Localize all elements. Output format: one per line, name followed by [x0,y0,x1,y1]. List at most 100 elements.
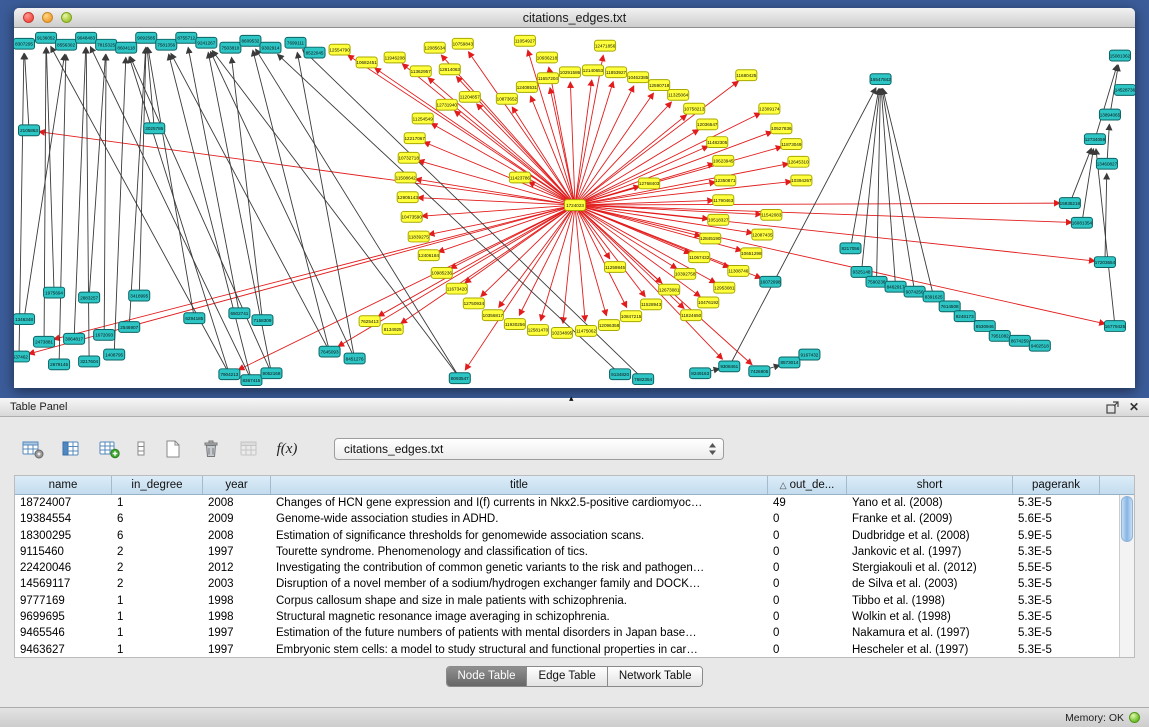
table-cell[interactable]: 0 [768,560,847,576]
table-cell[interactable]: Disruption of a novel member of a sodium… [271,576,768,592]
import-table-icon[interactable] [20,436,46,462]
table-cell[interactable]: 5.3E-5 [1013,544,1100,560]
table-row[interactable]: 2242004622012Investigating the contribut… [15,560,1119,576]
table-cell[interactable]: 1998 [203,593,271,609]
table-cell[interactable]: 1 [112,593,203,609]
table-cell[interactable]: 5.3E-5 [1013,625,1100,641]
network-edge[interactable] [575,82,613,205]
table-cell[interactable]: 0 [768,609,847,625]
network-edge[interactable] [575,80,592,205]
table-cell[interactable]: 2008 [203,495,271,511]
table-cell[interactable]: 2009 [203,511,271,527]
table-cell[interactable]: 22420046 [15,560,112,576]
table-cell[interactable]: 6 [112,511,203,527]
table-cell[interactable]: 1998 [203,609,271,625]
scrollbar-thumb[interactable] [1121,496,1133,542]
table-cell[interactable]: 5.3E-5 [1013,609,1100,625]
table-cell[interactable]: Investigating the contribution of common… [271,560,768,576]
table-row[interactable]: 946554611997Estimation of the future num… [15,625,1119,641]
table-cell[interactable]: 9465546 [15,625,112,641]
network-edge[interactable] [114,58,126,355]
table-cell[interactable]: 0 [768,576,847,592]
network-edge[interactable] [1095,65,1117,139]
table-cell[interactable]: 2008 [203,528,271,544]
table-cell[interactable]: 5.3E-5 [1013,495,1100,511]
network-edge[interactable] [402,64,575,205]
table-row[interactable]: 969969511998Structural magnetic resonanc… [15,609,1119,625]
table-cell[interactable]: Jankovic et al. (1997) [847,544,1013,560]
table-cell[interactable]: Franke et al. (2009) [847,511,1013,527]
network-edge[interactable] [575,164,789,205]
table-cell[interactable]: 9115460 [15,544,112,560]
table-cell[interactable]: 5.3E-5 [1013,576,1100,592]
network-edge[interactable] [883,89,934,297]
network-edge[interactable] [129,48,145,327]
minimize-window-button[interactable] [42,12,53,23]
vertical-scrollbar[interactable] [1119,495,1134,657]
column-header-in_degree[interactable]: in_degree [112,476,203,494]
table-cell[interactable]: Dudbridge et al. (2008) [847,528,1013,544]
table-cell[interactable]: 1997 [203,625,271,641]
table-cell[interactable]: 9699695 [15,609,112,625]
table-cell[interactable]: 18300295 [15,528,112,544]
close-panel-icon[interactable]: ✕ [1129,401,1139,413]
table-cell[interactable]: Estimation of the future numbers of pati… [271,625,768,641]
network-edge[interactable] [148,48,194,319]
network-edge[interactable] [481,205,575,296]
network-edge[interactable] [297,52,354,358]
network-edge[interactable] [1107,124,1109,163]
new-table-icon[interactable] [160,436,186,462]
network-edge[interactable] [850,89,878,248]
table-cell[interactable]: 5.5E-5 [1013,560,1100,576]
table-cell[interactable]: 49 [768,495,847,511]
column-header-name[interactable]: name [15,476,112,494]
table-cell[interactable]: 1997 [203,544,271,560]
column-header-short[interactable]: short [847,476,1013,494]
network-edge[interactable] [575,203,1060,205]
table-row[interactable]: 1456911722003Disruption of a novel membe… [15,576,1119,592]
table-cell[interactable]: Stergiakouli et al. (2012) [847,560,1013,576]
function-builder-button[interactable]: f(x) [274,436,300,462]
network-window-titlebar[interactable]: citations_edges.txt [14,8,1135,28]
network-edge[interactable] [19,54,24,357]
network-edge[interactable] [188,48,239,314]
column-header-pagerank[interactable]: pagerank [1013,476,1100,494]
column-header-title[interactable]: title [271,476,768,494]
network-edge[interactable] [424,142,575,205]
network-edge[interactable] [25,54,29,131]
close-window-button[interactable] [23,12,34,23]
tab-edge-table[interactable]: Edge Table [527,667,607,686]
network-edge[interactable] [499,205,575,307]
table-cell[interactable]: 6 [112,528,203,544]
table-cell[interactable]: 2 [112,576,203,592]
network-edge[interactable] [59,55,66,365]
network-edge[interactable] [882,89,915,292]
table-cell[interactable]: 19384554 [15,511,112,527]
network-edge[interactable] [169,54,252,380]
network-edge[interactable] [253,50,330,351]
network-edge[interactable] [881,89,895,287]
network-edge[interactable] [465,205,575,370]
table-cell[interactable]: 5.3E-5 [1013,642,1100,657]
table-cell[interactable]: de Silva et al. (2003) [847,576,1013,592]
network-edge[interactable] [1082,149,1094,223]
table-cell[interactable]: Wolkin et al. (1998) [847,609,1013,625]
table-row[interactable]: 946362711997Embryonic stem cells: a mode… [15,642,1119,657]
table-cell[interactable]: 0 [768,642,847,657]
table-cell[interactable]: 1 [112,642,203,657]
table-cell[interactable]: 9777169 [15,593,112,609]
create-column-icon[interactable] [96,436,122,462]
network-edge[interactable] [104,55,106,335]
table-row[interactable]: 911546021997Tourette syndrome. Phenomeno… [15,544,1119,560]
table-cell[interactable]: 0 [768,544,847,560]
table-cell[interactable]: 9463627 [15,642,112,657]
network-view[interactable]: 1724023112545491221706710732718115086421… [14,28,1135,388]
table-source-dropdown[interactable]: citations_edges.txt [334,438,724,460]
table-cell[interactable]: 5.9E-5 [1013,528,1100,544]
table-cell[interactable]: 18724007 [15,495,112,511]
table-cell[interactable]: 0 [768,625,847,641]
float-panel-icon[interactable] [1106,401,1119,414]
table-cell[interactable]: Corpus callosum shape and size in male p… [271,593,768,609]
table-cell[interactable]: 1 [112,625,203,641]
table-cell[interactable]: 5.6E-5 [1013,511,1100,527]
